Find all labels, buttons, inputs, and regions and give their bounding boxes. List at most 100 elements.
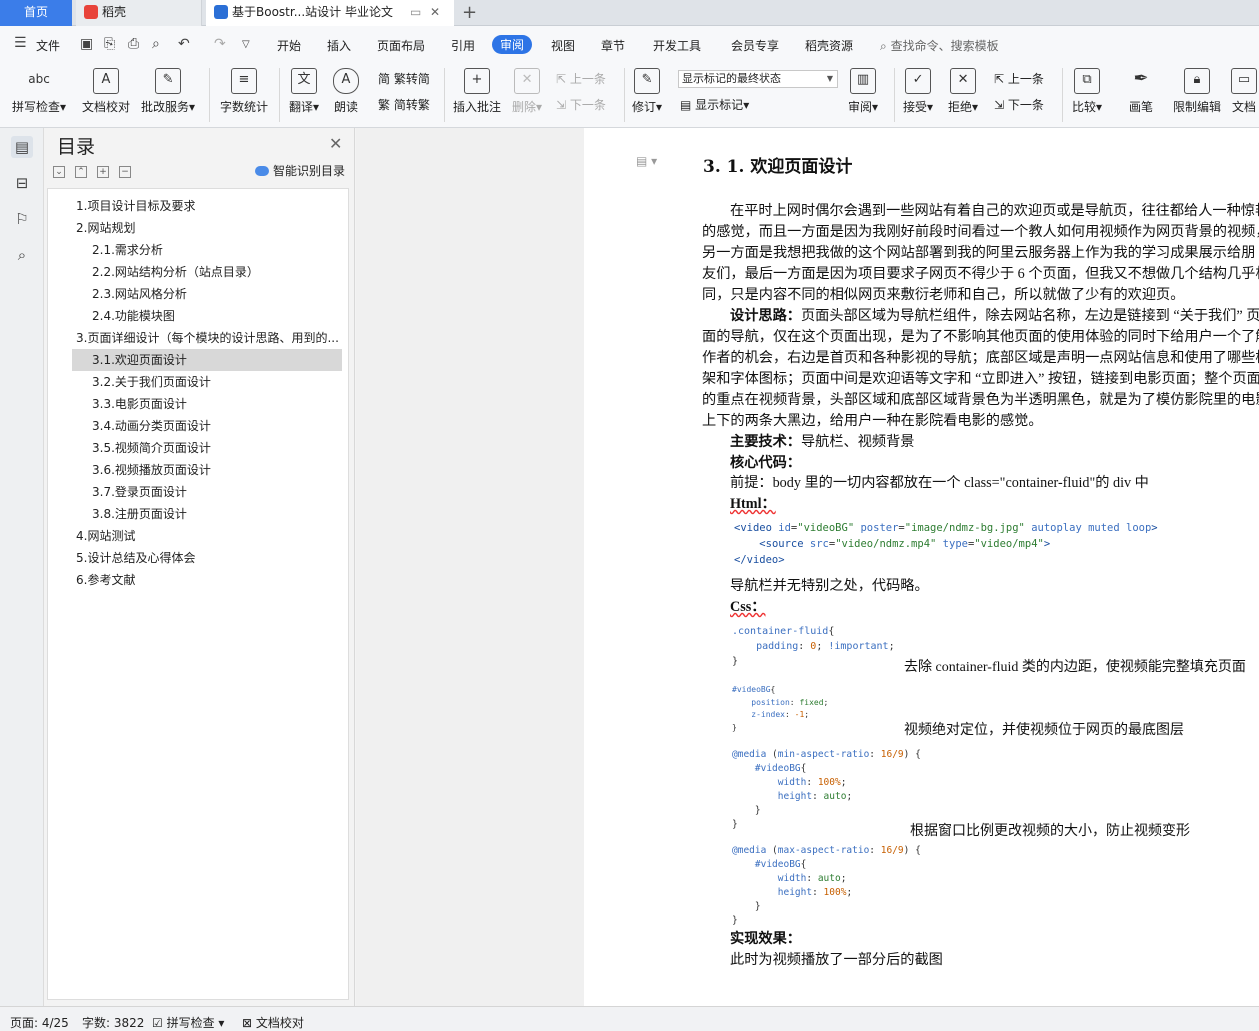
- smart-toc-label: 智能识别目录: [273, 164, 346, 178]
- expand-all-icon[interactable]: +: [97, 166, 109, 178]
- toc-item[interactable]: 5.设计总结及心得体会: [76, 547, 346, 569]
- toc-item[interactable]: 3.6.视频播放页面设计: [92, 459, 342, 481]
- doc-check-icon: ⊠: [242, 1016, 253, 1030]
- smart-toc-button[interactable]: 智能识别目录: [255, 162, 345, 179]
- menu-view[interactable]: 视图: [551, 37, 575, 54]
- batch-review-button[interactable]: ✎ 批改服务▾: [141, 68, 195, 115]
- prev-comment-icon: ⇱: [556, 72, 567, 86]
- menu-chapter[interactable]: 章节: [601, 37, 625, 54]
- css-note-1: 去除 container-fluid 类的内边距，使视频能完整填充页面: [904, 660, 1246, 675]
- toc-item[interactable]: 4.网站测试: [76, 525, 346, 547]
- tech-line: 主要技术：导航栏、视频背景: [730, 432, 1259, 453]
- check-icon: ☑: [152, 1016, 163, 1030]
- command-search[interactable]: ⌕ 查找命令、搜索模板: [880, 37, 999, 54]
- doc-rights-button[interactable]: ▭ 文档: [1231, 68, 1257, 115]
- status-spell-check[interactable]: ☑ 拼写检查 ▾: [152, 1014, 224, 1031]
- qat-more-icon[interactable]: ▽: [242, 39, 250, 50]
- reject-button[interactable]: ✕ 拒绝▾: [948, 68, 978, 115]
- prev-comment-button[interactable]: ⇱ 上一条: [556, 70, 606, 87]
- document-page[interactable]: ▤ ▾ 3. 1. 欢迎页面设计 在平时上网时偶尔会遇到一些网站有着自己的欢迎页…: [584, 128, 1259, 1006]
- search-pane-icon[interactable]: ⌕: [11, 244, 33, 266]
- doc-proofread-button[interactable]: A 文档校对: [82, 68, 130, 115]
- show-markup-button[interactable]: ▤ 显示标记▾: [680, 96, 749, 113]
- menu-devtools[interactable]: 开发工具: [653, 37, 701, 54]
- toc-item[interactable]: 3.4.动画分类页面设计: [92, 415, 342, 437]
- restrict-edit-button[interactable]: 🔒︎ 限制编辑: [1173, 68, 1221, 115]
- translate-button[interactable]: 文翻译▾: [289, 68, 319, 115]
- close-tab-icon[interactable]: ✕: [430, 0, 440, 24]
- menu-start[interactable]: 开始: [277, 37, 301, 54]
- toc-item[interactable]: 2.2.网站结构分析（站点目录）: [92, 261, 342, 283]
- hamburger-menu-icon[interactable]: ☰: [14, 35, 27, 51]
- word-count-button[interactable]: ≡ 字数统计: [220, 68, 268, 115]
- toc-item[interactable]: 2.3.网站风格分析: [92, 283, 342, 305]
- toc-item-label: 2.4.功能模块图: [92, 309, 175, 323]
- collapse-down-icon[interactable]: ⌄: [53, 166, 65, 178]
- prev-change-label: 上一条: [1007, 72, 1044, 86]
- toc-item[interactable]: ∨3.页面详细设计（每个模块的设计思路、用到的...: [76, 327, 346, 349]
- html-code-block: <video id="videoBG" poster="image/ndmz-b…: [734, 522, 1158, 566]
- redo-icon[interactable]: ↷: [214, 36, 226, 52]
- insert-comment-button[interactable]: + 插入批注: [453, 68, 501, 115]
- print-preview-icon[interactable]: ⌕: [152, 36, 160, 52]
- bookmark-pane-icon[interactable]: ⚐: [11, 208, 33, 230]
- tab-document[interactable]: 基于Boostr...站设计 毕业论文 ▭ ✕: [206, 0, 454, 26]
- menu-file[interactable]: 文件: [36, 37, 60, 54]
- status-bar: 页面: 4/25 字数: 3822 ☑ 拼写检查 ▾ ⊠ 文档校对: [0, 1006, 1259, 1031]
- toc-item[interactable]: 6.参考文献: [76, 569, 346, 591]
- spell-check-button[interactable]: abc 拼写检查▾: [12, 68, 66, 115]
- simp-to-trad-button[interactable]: 繁 简转繁: [378, 96, 430, 113]
- word-count-indicator[interactable]: 字数: 3822: [82, 1014, 144, 1031]
- delete-comment-button[interactable]: ✕ 删除▾: [512, 68, 542, 115]
- toc-item[interactable]: 2.1.需求分析: [92, 239, 342, 261]
- undo-icon[interactable]: ↶: [178, 36, 190, 52]
- review-pane-button[interactable]: ▥ 审阅▾: [848, 68, 878, 115]
- menu-review[interactable]: 审阅: [492, 35, 533, 54]
- toc-pane-icon[interactable]: ▤: [11, 136, 33, 158]
- toc-item-selected[interactable]: 3.1.欢迎页面设计: [72, 349, 342, 371]
- menu-insert[interactable]: 插入: [327, 37, 351, 54]
- markup-state-select[interactable]: 显示标记的最终状态 ▼: [678, 70, 838, 88]
- menu-daoke-resources[interactable]: 稻壳资源: [805, 37, 853, 54]
- close-icon[interactable]: ✕: [329, 134, 342, 153]
- next-comment-button[interactable]: ⇲ 下一条: [556, 96, 606, 113]
- collapse-all-icon[interactable]: −: [119, 166, 131, 178]
- toc-item[interactable]: 3.2.关于我们页面设计: [92, 371, 342, 393]
- track-changes-button[interactable]: ✎ 修订▾: [632, 68, 662, 115]
- compare-button[interactable]: ⧉ 比较▾: [1072, 68, 1102, 115]
- menu-layout[interactable]: 页面布局: [377, 37, 425, 54]
- toc-item-label: 2.2.网站结构分析（站点目录）: [92, 265, 259, 279]
- pen-button[interactable]: ✒ 画笔: [1128, 68, 1154, 115]
- effect-text: 此时为视频播放了一部分后的截图: [730, 952, 943, 968]
- page-indicator[interactable]: 页面: 4/25: [10, 1014, 69, 1031]
- chapter-pane-icon[interactable]: ⊟: [11, 172, 33, 194]
- export-pdf-icon[interactable]: ⎘: [104, 36, 115, 52]
- toc-item-label: 3.6.视频播放页面设计: [92, 463, 211, 477]
- toc-item[interactable]: 1.项目设计目标及要求: [76, 195, 346, 217]
- toc-item[interactable]: 2.4.功能模块图: [92, 305, 342, 327]
- command-search-placeholder: 查找命令、搜索模板: [890, 39, 999, 53]
- next-change-button[interactable]: ⇲ 下一条: [994, 96, 1044, 113]
- trad-to-simp-button[interactable]: 简 繁转简: [378, 70, 430, 87]
- toc-item[interactable]: ∨2.网站规划: [76, 217, 346, 239]
- css-code-block-3: @media (min-aspect-ratio: 16/9) { #video…: [732, 749, 921, 830]
- toc-item[interactable]: 3.7.登录页面设计: [92, 481, 342, 503]
- toc-item[interactable]: 3.5.视频简介页面设计: [92, 437, 342, 459]
- menu-reference[interactable]: 引用: [451, 37, 475, 54]
- collapse-up-icon[interactable]: ⌃: [75, 166, 87, 178]
- print-icon[interactable]: ⎙: [128, 36, 139, 52]
- save-icon[interactable]: ▣: [80, 36, 93, 52]
- prev-change-button[interactable]: ⇱ 上一条: [994, 70, 1044, 87]
- toc-item[interactable]: 3.3.电影页面设计: [92, 393, 342, 415]
- read-aloud-button[interactable]: A 朗读: [333, 68, 359, 115]
- menu-member[interactable]: 会员专享: [731, 37, 779, 54]
- status-doc-check[interactable]: ⊠ 文档校对: [242, 1014, 304, 1031]
- new-tab-icon[interactable]: +: [462, 2, 477, 23]
- tab-home[interactable]: 首页: [0, 0, 72, 26]
- intro-line: 另一方面是我想把我做的这个网站部署到我的阿里云服务器上作为我的学习成果展示给朋: [702, 245, 1256, 261]
- toc-item[interactable]: 3.8.注册页面设计: [92, 503, 342, 525]
- tab-daoke[interactable]: 稻壳: [76, 0, 202, 26]
- accept-button[interactable]: ✓ 接受▾: [903, 68, 933, 115]
- tab-window-icon[interactable]: ▭: [410, 0, 421, 24]
- paragraph-menu-icon[interactable]: ▤ ▾: [636, 154, 657, 168]
